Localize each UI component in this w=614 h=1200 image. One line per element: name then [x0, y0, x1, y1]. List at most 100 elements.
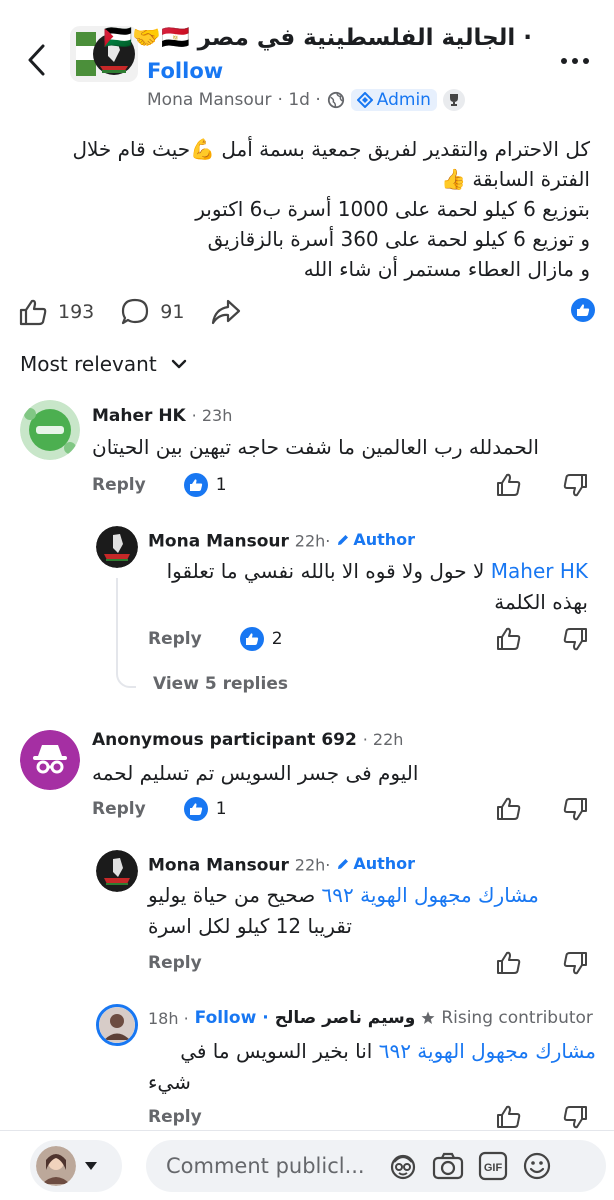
mention-link[interactable]: مشارك مجهول الهوية ٦٩٢: [379, 1039, 596, 1063]
poster-name[interactable]: Mona Mansour: [147, 90, 272, 110]
like-badge-icon: [239, 627, 264, 651]
comment-text: مشارك مجهول الهوية ٦٩٢ صحيح من حياة يولي…: [148, 880, 568, 942]
comment-input[interactable]: [166, 1154, 376, 1178]
downvote-icon[interactable]: [562, 1104, 588, 1130]
follow-group-button[interactable]: Follow: [147, 59, 223, 83]
author-badge: Author: [336, 854, 415, 873]
reply-button[interactable]: Reply: [148, 953, 202, 973]
thread-connector: [116, 578, 136, 688]
vote-buttons: [496, 626, 588, 652]
downvote-icon[interactable]: [562, 472, 588, 498]
commenter-name[interactable]: وسيم ناصر صالح: [275, 1008, 416, 1028]
globe-icon: [327, 91, 344, 109]
comment-composer: GIF: [146, 1140, 606, 1192]
post-line: كل الاحترام والتقدير لفريق جمعية بسمة أم…: [72, 137, 590, 161]
pencil-icon: [338, 858, 349, 869]
like-badge-icon: [183, 473, 208, 497]
comment-line: انا بخير السويس ما في: [180, 1039, 373, 1063]
view-replies-link[interactable]: View 5 replies: [153, 674, 288, 694]
downvote-icon[interactable]: [562, 796, 588, 822]
diamond-icon: [356, 92, 373, 108]
commenter-name[interactable]: Mona Mansour: [148, 856, 289, 876]
comment-icon: [122, 298, 149, 325]
commenter-avatar[interactable]: [20, 400, 80, 460]
author-badge: Author: [336, 530, 415, 549]
comment-button[interactable]: 91: [120, 297, 184, 327]
commenter-name[interactable]: Mona Mansour: [148, 532, 289, 552]
reply-button[interactable]: Reply: [92, 799, 146, 819]
emoji-icon[interactable]: [522, 1151, 552, 1181]
camera-icon[interactable]: [432, 1151, 464, 1181]
comment-line: صحيح من حياة يوليو: [148, 883, 316, 907]
mention-link[interactable]: Maher HK: [491, 559, 588, 583]
downvote-icon[interactable]: [562, 950, 588, 976]
commenter-avatar[interactable]: [96, 526, 138, 568]
my-avatar: [36, 1146, 76, 1186]
contributor-badge: Rising contributor: [441, 1008, 593, 1028]
comment-header: Anonymous participant 692 · 22h: [92, 730, 403, 750]
reply-button[interactable]: Reply: [148, 629, 202, 649]
comment-header: 18h · Follow · وسيم ناصر صالح Rising con…: [148, 1008, 593, 1028]
comment-like-count: 2: [271, 629, 283, 649]
star-icon: [421, 1011, 435, 1024]
pencil-icon: [338, 534, 349, 545]
upvote-icon[interactable]: [496, 1104, 522, 1130]
gif-icon[interactable]: GIF: [478, 1151, 508, 1181]
comment-time[interactable]: 18h ·: [148, 1009, 189, 1028]
share-icon: [212, 299, 241, 325]
commenter-name[interactable]: Maher HK: [92, 406, 186, 426]
comment-sort-dropdown[interactable]: Most relevant: [20, 352, 187, 376]
comment-time[interactable]: · 22h: [363, 730, 404, 749]
vote-buttons: [496, 472, 588, 498]
comment-actions: Reply 2: [148, 626, 592, 652]
post-actions: 193 91: [18, 292, 596, 332]
vote-buttons: [496, 796, 588, 822]
upvote-icon[interactable]: [496, 472, 522, 498]
comment-header: Mona Mansour 22h· Author: [148, 854, 415, 876]
follow-user-button[interactable]: Follow ·: [195, 1008, 269, 1028]
comment-line: بهذه الكلمة: [494, 590, 588, 614]
share-button[interactable]: [210, 297, 242, 327]
comment-time[interactable]: 22h·: [295, 856, 331, 875]
reply-button[interactable]: Reply: [148, 1107, 202, 1127]
post-line: الفترة السابقة 👍: [441, 167, 590, 191]
commenter-avatar[interactable]: [96, 850, 138, 892]
like-reaction-icon: [571, 298, 595, 322]
upvote-icon[interactable]: [496, 796, 522, 822]
group-title[interactable]: · الجالية الفلسطينية في مصر 🇵🇸🤝🇪🇬: [104, 24, 532, 51]
comment-header: Maher HK · 23h: [92, 406, 232, 426]
comment-text: مشارك مجهول الهوية ٦٩٢ انا بخير السويس م…: [148, 1036, 596, 1098]
dot: [561, 58, 567, 64]
upvote-icon[interactable]: [496, 626, 522, 652]
avatar-sticker-icon[interactable]: [388, 1151, 418, 1181]
vote-buttons: [496, 950, 588, 976]
like-button[interactable]: 193: [18, 297, 94, 327]
comment-count: 91: [160, 301, 185, 323]
like-count: 193: [58, 301, 95, 323]
comment-actions: Reply: [148, 1104, 592, 1130]
identity-switcher[interactable]: [30, 1140, 122, 1192]
chevron-down-icon: [171, 359, 186, 369]
comment-actions: Reply 1: [92, 796, 592, 822]
comment-line: لا حول ولا قوه الا بالله نفسي ما تعلقوا: [166, 559, 485, 583]
back-button[interactable]: [18, 40, 54, 80]
comment-text: الحمدلله رب العالمين ما شفت حاجه تيهين ب…: [92, 435, 539, 459]
post-meta: Mona Mansour · 1d · Admin: [147, 88, 465, 112]
reaction-summary[interactable]: [570, 297, 596, 327]
mention-link[interactable]: مشارك مجهول الهوية ٦٩٢: [322, 883, 539, 907]
comment-time[interactable]: · 23h: [192, 406, 233, 425]
admin-badge: Admin: [350, 89, 437, 111]
commenter-avatar[interactable]: [96, 1004, 138, 1046]
post-age[interactable]: · 1d ·: [278, 90, 321, 110]
comment-like-count: 1: [215, 475, 227, 495]
svg-text:GIF: GIF: [484, 1162, 503, 1174]
more-options-button[interactable]: [552, 48, 598, 74]
upvote-icon[interactable]: [496, 950, 522, 976]
vote-buttons: [496, 1104, 588, 1130]
comment-text: اليوم فى جسر السويس تم تسليم لحمه: [92, 761, 419, 785]
commenter-name[interactable]: Anonymous participant 692: [92, 730, 357, 750]
commenter-avatar[interactable]: [20, 730, 80, 790]
downvote-icon[interactable]: [562, 626, 588, 652]
reply-button[interactable]: Reply: [92, 475, 146, 495]
comment-time[interactable]: 22h·: [295, 532, 331, 551]
